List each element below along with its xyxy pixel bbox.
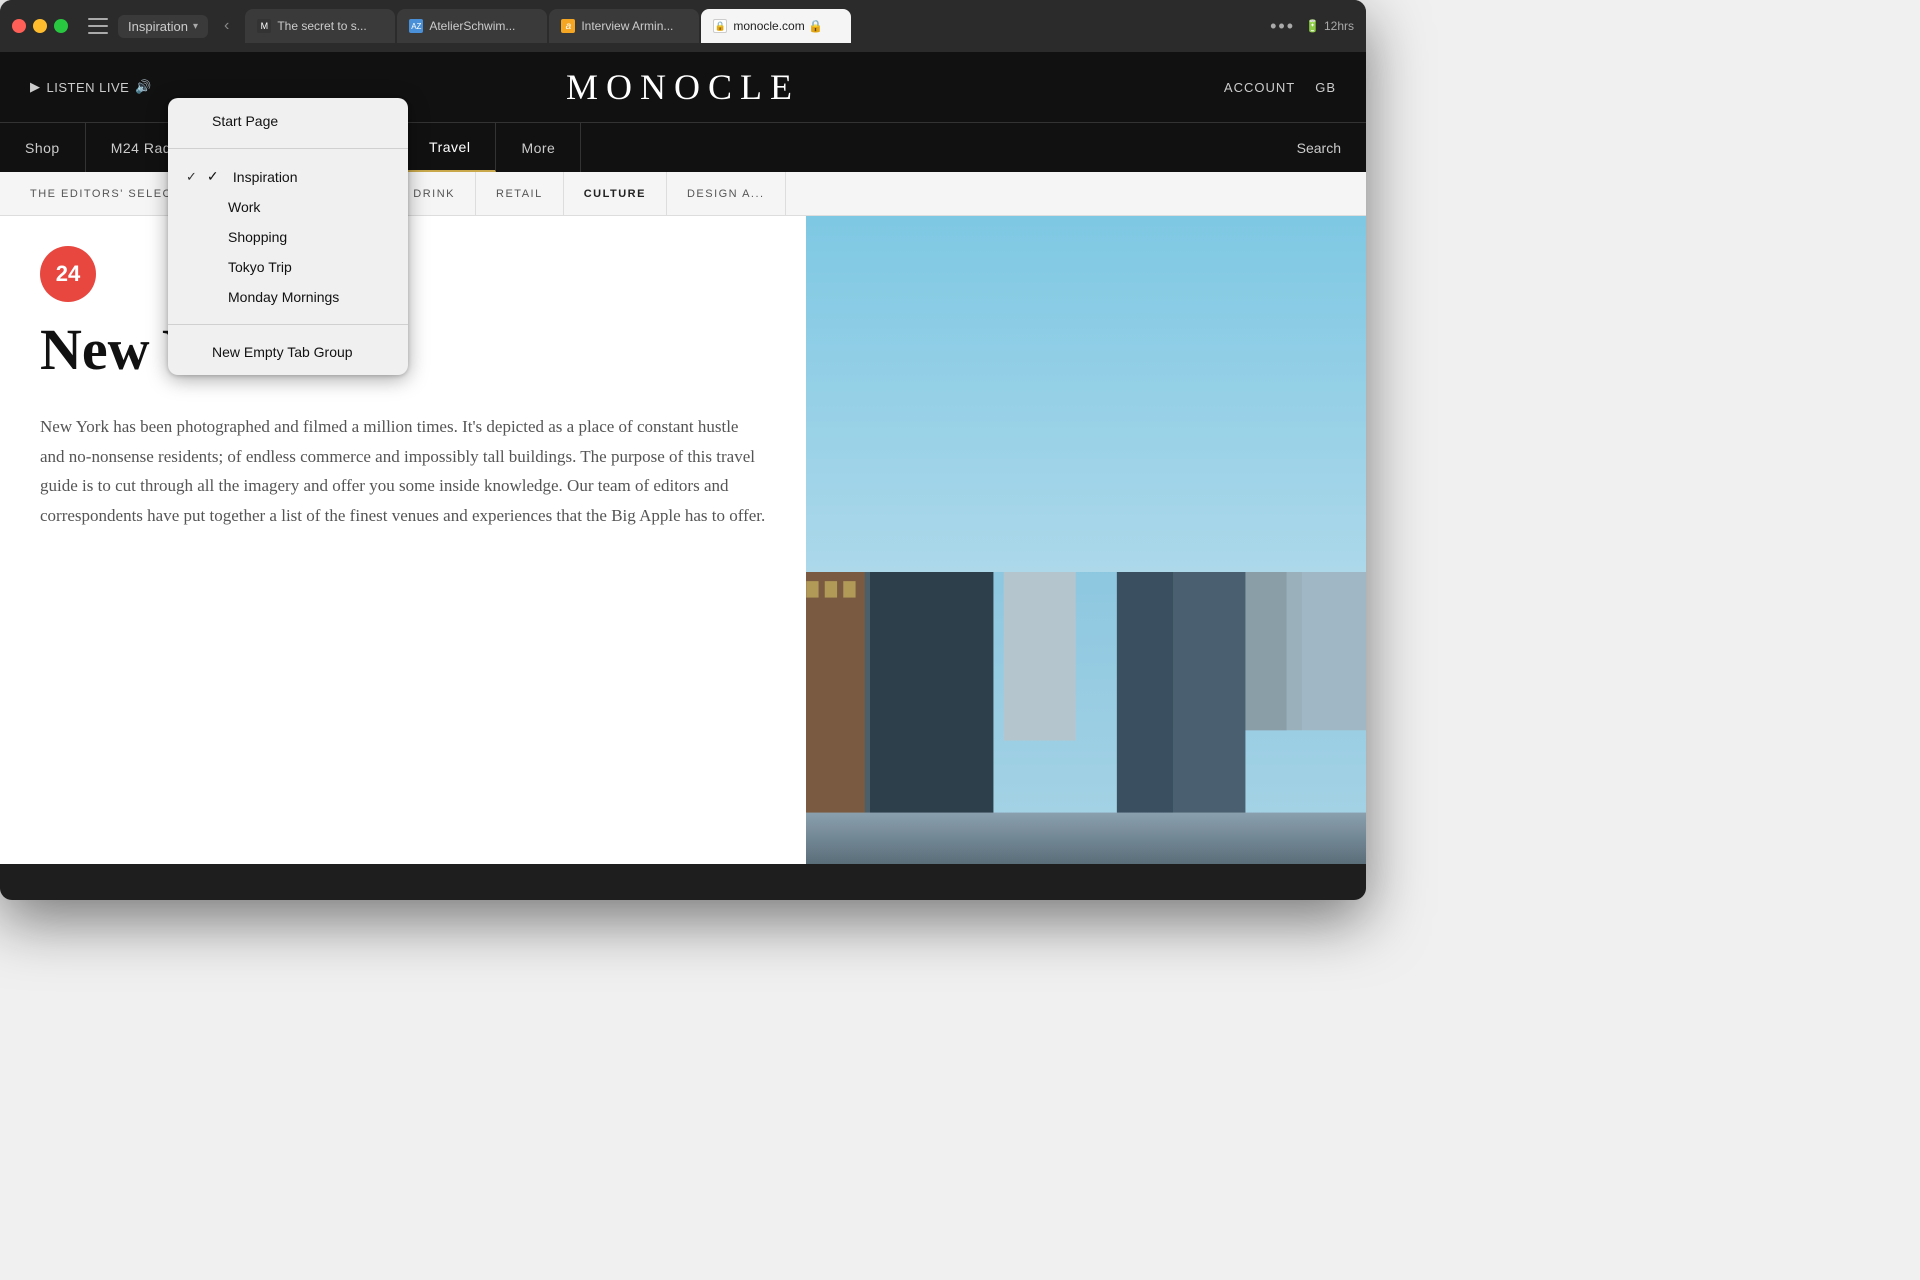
minimize-button[interactable] xyxy=(33,19,47,33)
tab-1[interactable]: M The secret to s... xyxy=(245,9,395,43)
nav-arrows: ‹ xyxy=(218,15,235,37)
check-icon-inspiration: ✓ xyxy=(207,168,225,185)
dropdown-section-groups: ✓ Inspiration Work Shopping Tokyo Trip xyxy=(168,153,408,320)
dropdown-label-shopping: Shopping xyxy=(212,229,287,245)
tab-3[interactable]: a Interview Armin... xyxy=(549,9,699,43)
dropdown-label-new-empty: New Empty Tab Group xyxy=(212,344,353,360)
tab-group-button[interactable]: Inspiration ▾ xyxy=(118,15,208,38)
tabs-area: M The secret to s... AZ AtelierSchwim...… xyxy=(245,9,1260,43)
listen-icon: ▶ xyxy=(30,79,41,95)
sidebar-toggle-button[interactable] xyxy=(88,18,108,34)
dropdown-divider-1 xyxy=(168,148,408,149)
browser-content: ▶ LISTEN LIVE 🔊 MONOCLE ACCOUNT GB Shop … xyxy=(0,52,1366,864)
nav-search-button[interactable]: Search xyxy=(1272,123,1366,172)
tab-group-dropdown: Start Page ✓ Inspiration Work Shopping xyxy=(168,98,408,375)
article-body: New York has been photographed and filme… xyxy=(40,412,766,531)
toolbar-right: ••• 🔋 12hrs xyxy=(1270,16,1354,37)
dropdown-item-inspiration[interactable]: ✓ Inspiration xyxy=(168,161,408,192)
title-bar: Inspiration ▾ ‹ M The secret to s... AZ … xyxy=(0,0,1366,52)
subnav-culture[interactable]: CULTURE xyxy=(564,172,667,215)
dropdown-section-new: New Empty Tab Group xyxy=(168,329,408,375)
nav-item-more[interactable]: More xyxy=(496,123,581,172)
dropdown-item-monday-mornings[interactable]: Monday Mornings xyxy=(168,282,408,312)
tab-favicon-4: 🔒 xyxy=(713,19,727,33)
dropdown-divider-2 xyxy=(168,324,408,325)
listen-live-button[interactable]: ▶ LISTEN LIVE 🔊 xyxy=(30,79,152,95)
region-selector[interactable]: GB xyxy=(1315,80,1336,95)
article-image xyxy=(806,216,1366,864)
monocle-logo[interactable]: MONOCLE xyxy=(566,66,800,108)
dropdown-item-shopping[interactable]: Shopping xyxy=(168,222,408,252)
tab-title-4: monocle.com 🔒 xyxy=(733,19,839,33)
dropdown-item-new-empty[interactable]: New Empty Tab Group xyxy=(168,337,408,367)
tab-group-label: Inspiration xyxy=(128,19,188,34)
dropdown-label-inspiration: Inspiration xyxy=(233,169,298,185)
subnav-retail[interactable]: RETAIL xyxy=(476,172,564,215)
tab-favicon-2: AZ xyxy=(409,19,423,33)
dropdown-section-top: Start Page xyxy=(168,98,408,144)
tab-title-1: The secret to s... xyxy=(277,19,383,33)
nav-item-shop[interactable]: Shop xyxy=(0,123,86,172)
tab-2[interactable]: AZ AtelierSchwim... xyxy=(397,9,547,43)
battery-time: 12hrs xyxy=(1324,19,1354,33)
dropdown-label-tokyo: Tokyo Trip xyxy=(212,259,292,275)
topbar-right: ACCOUNT GB xyxy=(1224,80,1336,95)
close-button[interactable] xyxy=(12,19,26,33)
subnav-design[interactable]: DESIGN A... xyxy=(667,172,786,215)
tab-title-2: AtelierSchwim... xyxy=(429,19,535,33)
listen-live-label: LISTEN LIVE xyxy=(47,80,130,95)
back-button[interactable]: ‹ xyxy=(218,15,235,37)
tab-title-3: Interview Armin... xyxy=(581,19,687,33)
chevron-down-icon: ▾ xyxy=(193,21,198,32)
fullscreen-button[interactable] xyxy=(54,19,68,33)
dropdown-item-work[interactable]: Work xyxy=(168,192,408,222)
issue-badge: 24 xyxy=(40,246,96,302)
battery-icon: 🔋 xyxy=(1305,19,1320,33)
battery-indicator: 🔋 12hrs xyxy=(1305,19,1354,33)
tab-4-active[interactable]: 🔒 monocle.com 🔒 xyxy=(701,9,851,43)
more-options-button[interactable]: ••• xyxy=(1270,16,1295,37)
nav-item-travel[interactable]: Travel xyxy=(404,123,496,172)
dropdown-label-start-page: Start Page xyxy=(212,113,278,129)
dropdown-item-start-page[interactable]: Start Page xyxy=(168,106,408,136)
tab-favicon-3: a xyxy=(561,19,575,33)
tab-favicon-1: M xyxy=(257,19,271,33)
audio-icon: 🔊 xyxy=(135,79,152,95)
browser-window: Inspiration ▾ ‹ M The secret to s... AZ … xyxy=(0,0,1366,900)
sky-background xyxy=(806,216,1366,572)
account-link[interactable]: ACCOUNT xyxy=(1224,80,1295,95)
dropdown-label-monday: Monday Mornings xyxy=(212,289,339,305)
nyc-photo xyxy=(806,216,1366,864)
traffic-lights xyxy=(12,19,68,33)
dropdown-item-tokyo-trip[interactable]: Tokyo Trip xyxy=(168,252,408,282)
dropdown-label-work: Work xyxy=(212,199,260,215)
